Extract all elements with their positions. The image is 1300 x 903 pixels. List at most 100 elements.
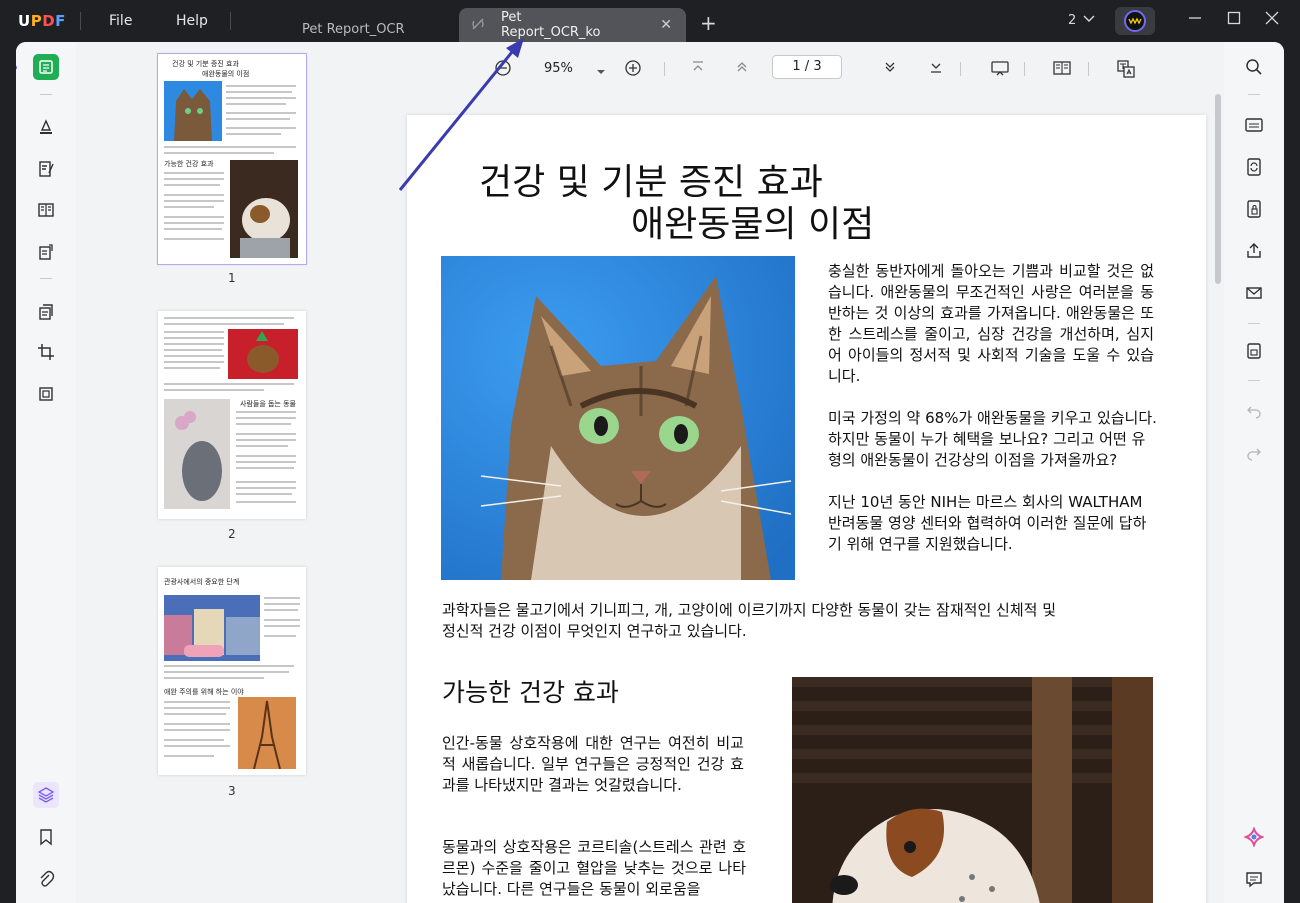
rail-separator — [1248, 380, 1260, 381]
rail-separator — [40, 278, 52, 279]
view-toolbar: 95% 1 / 3 — [388, 42, 1224, 94]
last-page-icon[interactable] — [928, 59, 944, 79]
translate-icon[interactable] — [1116, 59, 1136, 83]
menu-file[interactable]: File — [109, 13, 132, 29]
paragraph-3: 지난 10년 동안 NIH는 마르스 회사의 WALTHAM 반려동물 영양 센… — [828, 493, 1147, 553]
zoom-level[interactable]: 95% — [544, 61, 573, 76]
thumb-grey-cat-image — [164, 399, 230, 509]
toolbar-separator — [1024, 62, 1025, 76]
document-viewer: 95% 1 / 3 건강 및 기분 증진 효과 애완동물의 이점 충실한 동반자… — [388, 42, 1224, 903]
tab-pet-report-ocr-ko[interactable]: Pet Report_OCR_ko ✕ — [459, 8, 686, 42]
thumbnail-page-number-2: 2 — [228, 527, 236, 541]
section-heading: 가능한 건강 효과 — [442, 678, 619, 707]
window-count[interactable]: 2 — [1068, 13, 1076, 28]
search-icon[interactable] — [1243, 56, 1265, 78]
thumb-heading-1: 가능한 건강 효과 — [164, 160, 214, 168]
first-page-icon[interactable] — [690, 59, 706, 79]
thumb-heading-3b: 애완 주의를 위해 하는 이야 — [164, 688, 244, 696]
paragraph-5: 인간-동물 상호작용에 대한 연구는 여전히 비교적 새롭습니다. 일부 연구들… — [442, 734, 744, 794]
active-indicator — [16, 65, 17, 70]
close-window-icon[interactable] — [1265, 10, 1279, 29]
new-tab-icon[interactable]: + — [700, 11, 717, 35]
toolbar-separator — [664, 62, 665, 76]
vertical-scrollbar[interactable] — [1215, 94, 1221, 284]
attachment-icon[interactable] — [33, 866, 59, 892]
toolbar-separator — [960, 62, 961, 76]
zoom-out-icon[interactable] — [494, 59, 512, 81]
comment-highlighter-icon[interactable] — [33, 114, 59, 140]
page-view-icon[interactable] — [33, 197, 59, 223]
redo-icon[interactable] — [1243, 442, 1265, 464]
tools-icon[interactable] — [33, 381, 59, 407]
tab-label: Pet Report_OCR_ko — [501, 10, 601, 40]
convert-pdf-icon[interactable] — [1243, 156, 1265, 178]
bookmark-icon[interactable] — [33, 824, 59, 850]
email-icon[interactable] — [1243, 282, 1265, 304]
title-bar: UPDF File Help Pet Report_OCR Pet Report… — [0, 0, 1300, 42]
reader-icon[interactable] — [33, 54, 59, 80]
ocr-icon[interactable] — [1243, 114, 1265, 136]
paragraph-6: 동물과의 상호작용은 코르티솔(스트레스 관련 호르몬) 수준을 줄이고 혈압을… — [442, 838, 746, 898]
page-thumbnail-2[interactable]: 사람들을 돕는 동물 — [158, 311, 306, 519]
toolbar-separator — [1088, 62, 1089, 76]
chevron-down-icon[interactable] — [1082, 11, 1096, 29]
close-tab-icon[interactable]: ✕ — [660, 17, 672, 33]
rail-separator — [1248, 323, 1260, 324]
comment-icon[interactable] — [1243, 868, 1265, 890]
thumb-dog-costume-image — [228, 329, 298, 379]
zoom-dropdown-icon[interactable] — [596, 62, 606, 81]
previous-page-icon[interactable] — [734, 59, 750, 79]
main-area: 건강 및 기분 증진 효과 애완동물의 이점 가능한 건강 효과 1 사람들을 … — [16, 42, 1284, 903]
right-toolbar — [1224, 42, 1284, 903]
thumb-eiffel-image — [238, 697, 296, 770]
page-thumbnail-3[interactable]: 관광사에서의 중요한 단계 애완 주의를 위해 하는 이야 — [158, 567, 306, 775]
thumb-heading-3: 관광사에서의 중요한 단계 — [164, 578, 240, 586]
document-title-line2: 애완동물의 이점 — [631, 204, 875, 245]
pdf-page[interactable]: 건강 및 기분 증진 효과 애완동물의 이점 충실한 동반자에게 돌아오는 기쁨… — [407, 115, 1206, 903]
minimize-icon[interactable] — [1188, 10, 1202, 29]
organize-pages-icon[interactable] — [33, 299, 59, 325]
tab-pet-report-ocr[interactable]: Pet Report_OCR — [302, 12, 405, 46]
page-thumbnail-1[interactable]: 건강 및 기분 증진 효과 애완동물의 이점 가능한 건강 효과 — [157, 53, 307, 265]
thumb-cat-image — [164, 81, 222, 141]
rail-separator — [1248, 94, 1260, 95]
page-number-input[interactable]: 1 / 3 — [772, 55, 842, 79]
thumb-title-2: 애완동물의 이점 — [202, 70, 250, 78]
maximize-icon[interactable] — [1227, 10, 1241, 29]
unlinked-icon — [471, 17, 485, 35]
rail-separator — [40, 94, 52, 95]
avatar — [1124, 10, 1146, 32]
protect-pdf-icon[interactable] — [1243, 198, 1265, 220]
dog-photo — [792, 677, 1153, 903]
updf-logo[interactable]: UPDF — [18, 12, 66, 30]
menu-separator — [230, 12, 231, 30]
layers-icon[interactable] — [33, 782, 59, 808]
ai-assistant-icon[interactable] — [1243, 826, 1265, 848]
cat-photo — [441, 256, 795, 580]
thumb-title-1: 건강 및 기분 증진 효과 — [172, 60, 239, 68]
paragraph-4: 과학자들은 물고기에서 기니피그, 개, 고양이에 이르기까지 다양한 동물이 … — [442, 601, 1056, 640]
paragraph-2: 미국 가정의 약 68%가 애완동물을 키우고 있습니다. 하지만 동물이 누가… — [828, 409, 1157, 469]
menu-help[interactable]: Help — [176, 13, 208, 29]
paragraph-1: 충실한 동반자에게 돌아오는 기쁨과 비교할 것은 없습니다. 애완동물의 무조… — [828, 262, 1154, 385]
thumb-heading-2: 사람들을 돕는 동물 — [240, 400, 296, 408]
page-layout-icon[interactable] — [1052, 59, 1072, 81]
thumbnail-panel: 건강 및 기분 증진 효과 애완동물의 이점 가능한 건강 효과 1 사람들을 … — [76, 42, 388, 903]
next-page-icon[interactable] — [882, 59, 898, 79]
menu-separator — [80, 12, 81, 30]
zoom-in-icon[interactable] — [624, 59, 642, 81]
form-icon[interactable] — [33, 239, 59, 265]
tab-label: Pet Report_OCR — [302, 21, 405, 37]
thumb-street-image — [164, 595, 260, 661]
share-icon[interactable] — [1243, 240, 1265, 262]
thumbnail-page-number-1: 1 — [228, 271, 236, 285]
left-toolbar — [16, 42, 76, 903]
crop-icon[interactable] — [33, 339, 59, 365]
presentation-icon[interactable] — [990, 59, 1010, 81]
account-button[interactable] — [1115, 7, 1155, 35]
undo-icon[interactable] — [1243, 400, 1265, 422]
thumbnail-page-number-3: 3 — [228, 784, 236, 798]
edit-pdf-icon[interactable] — [33, 156, 59, 182]
thumb-dog-image — [230, 160, 298, 258]
save-icon[interactable] — [1243, 340, 1265, 362]
